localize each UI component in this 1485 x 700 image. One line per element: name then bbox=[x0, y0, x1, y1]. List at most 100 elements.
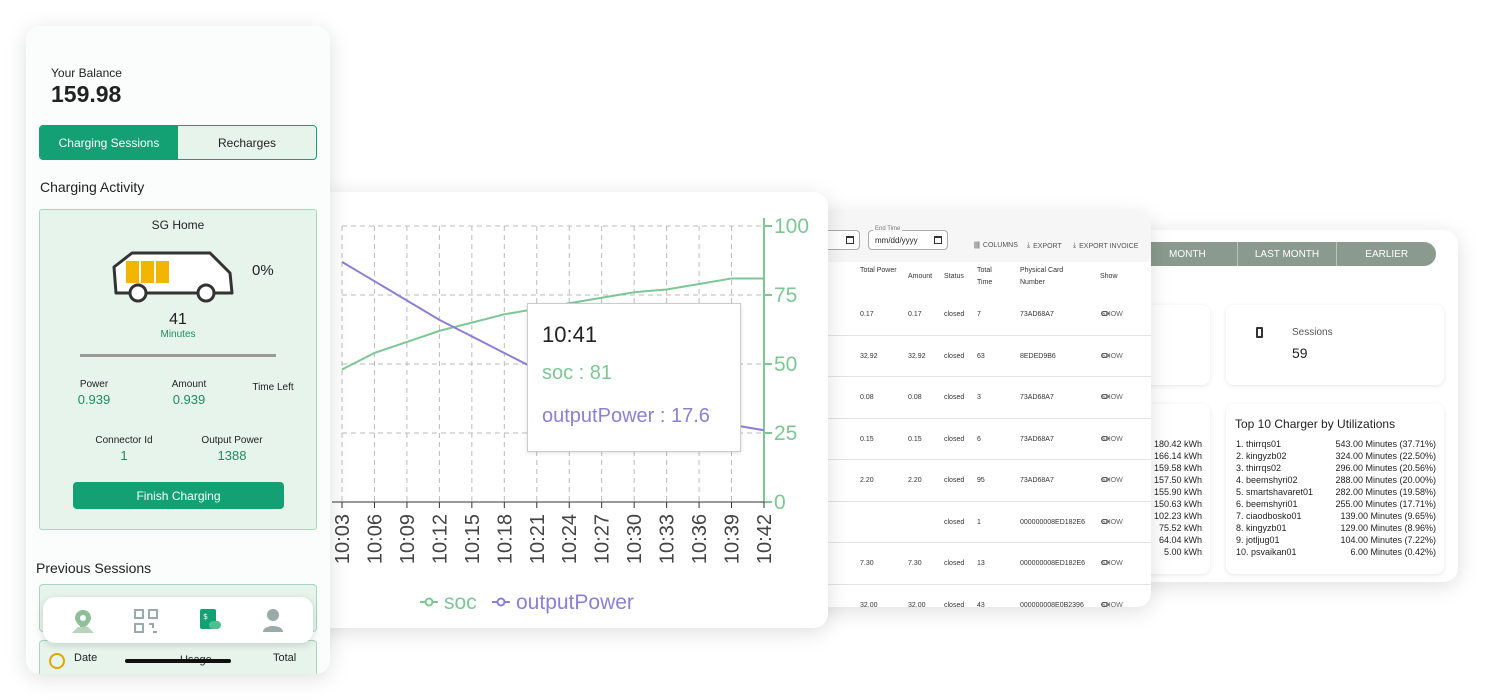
table-row[interactable]: :320.080.08closed373AD68A7SHOW bbox=[808, 377, 1151, 419]
svg-text:$: $ bbox=[203, 612, 208, 621]
export-button[interactable]: ⤓ EXPORT bbox=[1027, 242, 1062, 250]
x-tick-label: 10:27 bbox=[592, 514, 614, 564]
table-row[interactable]: :500.170.17closed773AD68A7SHOW bbox=[808, 294, 1151, 336]
columns-button[interactable]: ||| COLUMNS bbox=[974, 242, 1018, 249]
cell-status: closed bbox=[944, 518, 965, 526]
show-button[interactable]: SHOW bbox=[1101, 518, 1123, 526]
eye-icon bbox=[1101, 435, 1109, 441]
show-button[interactable]: SHOW bbox=[1101, 394, 1123, 401]
table-row[interactable]: :02closed1000000008ED182E6SHOW bbox=[808, 502, 1151, 543]
energy-value: 166.14 kWh bbox=[1153, 451, 1202, 461]
period-last-month[interactable]: LAST MONTH bbox=[1236, 242, 1337, 266]
profile-icon[interactable] bbox=[261, 607, 285, 633]
cell-card: 000000008ED182E6 bbox=[1020, 560, 1086, 567]
previous-session-item[interactable]: Date Usage Total bbox=[39, 640, 317, 674]
table-row[interactable]: :007.307.30closed13000000008ED182E6SHOW bbox=[808, 543, 1151, 585]
output-power-stat: Output Power 1388 bbox=[190, 435, 274, 463]
cell-amount: 0.17 bbox=[908, 311, 922, 318]
cell-time: 6 bbox=[977, 435, 981, 443]
sessions-value: 59 bbox=[1292, 345, 1308, 361]
chart-panel: 0 25 50 75 100 10:03 10:06 10:09 10:12 10:15 10:18… bbox=[302, 192, 828, 628]
period-earlier[interactable]: EARLIER bbox=[1336, 242, 1436, 266]
charger-name: 2. kingyzb02 bbox=[1236, 451, 1287, 461]
x-tick-label: 10:36 bbox=[689, 514, 711, 564]
charger-name: 1. thirrqs01 bbox=[1236, 439, 1282, 449]
energy-value: 75.52 kWh bbox=[1158, 523, 1202, 533]
cell-power: 0.15 bbox=[860, 435, 874, 443]
cell-power: 0.08 bbox=[860, 394, 874, 401]
amount-value: 0.939 bbox=[172, 392, 206, 407]
col-total-power[interactable]: Total Power bbox=[860, 265, 900, 277]
x-tick-label: 10:12 bbox=[429, 514, 451, 564]
export-invoice-button[interactable]: ⤓ EXPORT INVOICE bbox=[1073, 242, 1138, 250]
tab-charging-sessions[interactable]: Charging Sessions bbox=[40, 126, 178, 159]
car-battery-icon bbox=[112, 251, 234, 303]
charger-name: 3. thirrqs02 bbox=[1236, 463, 1282, 473]
table-row[interactable]: :280.150.15closed673AD68A7SHOW bbox=[808, 419, 1151, 460]
wallet-icon[interactable]: $ bbox=[197, 606, 223, 634]
x-tick-label: 10:30 bbox=[624, 514, 646, 564]
show-button[interactable]: SHOW bbox=[1101, 477, 1123, 484]
power-label: Power bbox=[79, 379, 109, 390]
show-button[interactable]: SHOW bbox=[1101, 311, 1123, 318]
finish-charging-button[interactable]: Finish Charging bbox=[73, 482, 284, 509]
end-time-input[interactable]: mm/dd/yyyy bbox=[868, 230, 948, 250]
cell-amount: 7.30 bbox=[908, 560, 922, 567]
cell-status: closed bbox=[944, 560, 965, 567]
tab-recharges[interactable]: Recharges bbox=[178, 126, 316, 159]
connector-value: 1 bbox=[120, 448, 128, 463]
show-button[interactable]: SHOW bbox=[1101, 435, 1123, 443]
charger-minutes: 296.00 Minutes (20.56%) bbox=[1335, 463, 1436, 473]
energy-value: 155.90 kWh bbox=[1153, 487, 1202, 497]
energy-value: 64.04 kWh bbox=[1158, 535, 1202, 545]
calendar-icon[interactable] bbox=[934, 236, 942, 244]
cell-status: closed bbox=[944, 477, 965, 484]
period-month[interactable]: MONTH bbox=[1138, 242, 1237, 266]
end-time-label: End Time bbox=[873, 226, 903, 232]
cell-status: closed bbox=[944, 435, 965, 443]
session-tabs: Charging Sessions Recharges bbox=[39, 125, 317, 160]
show-button[interactable]: SHOW bbox=[1101, 601, 1123, 607]
eye-icon bbox=[1101, 560, 1109, 565]
cell-time: 13 bbox=[977, 560, 985, 567]
show-button[interactable]: SHOW bbox=[1101, 560, 1123, 567]
table-row[interactable]: :212.202.20closed9573AD68A7SHOW bbox=[808, 460, 1151, 502]
qr-code-icon[interactable] bbox=[133, 608, 159, 634]
energy-value: 180.42 kWh bbox=[1153, 439, 1202, 449]
export-invoice-label: EXPORT INVOICE bbox=[1079, 242, 1139, 250]
map-pin-icon[interactable] bbox=[70, 607, 96, 635]
cell-card: 8EDED9B6 bbox=[1020, 352, 1056, 360]
tooltip-soc: soc : 81 bbox=[542, 362, 613, 384]
col-status[interactable]: Status bbox=[944, 271, 964, 283]
charger-name: 7. ciaodbosko01 bbox=[1236, 511, 1302, 521]
station-name: SG Home bbox=[151, 218, 205, 232]
charger-minutes: 129.00 Minutes (8.96%) bbox=[1340, 523, 1436, 533]
col-total-time[interactable]: Total Time bbox=[977, 265, 1007, 289]
x-tick-label: 10:09 bbox=[397, 514, 419, 564]
top10-row: 8. kingyzb01 129.00 Minutes (8.96%) bbox=[1236, 522, 1436, 534]
mobile-app-panel: Your Balance 159.98 Charging Sessions Re… bbox=[26, 26, 330, 674]
cell-time: 95 bbox=[977, 477, 985, 484]
top10-row: 5. smartshavaret01 282.00 Minutes (19.58%… bbox=[1236, 486, 1436, 498]
col-amount[interactable]: Amount bbox=[908, 271, 932, 283]
calendar-icon[interactable] bbox=[846, 236, 854, 244]
amount-label: Amount bbox=[171, 379, 207, 390]
cell-status: closed bbox=[944, 394, 965, 401]
table-row[interactable]: :5932.0032.00closed43000000008E0B2396SHO… bbox=[808, 585, 1151, 607]
table-row[interactable]: :3432.9232.92closed638EDED9B6SHOW bbox=[808, 336, 1151, 377]
balance-value: 159.98 bbox=[51, 81, 122, 107]
bolt-icon bbox=[49, 653, 65, 669]
connector-label: Connector Id bbox=[95, 435, 153, 446]
x-tick-label: 10:39 bbox=[722, 514, 744, 564]
export-label: EXPORT bbox=[1033, 242, 1062, 250]
col-show[interactable]: Show bbox=[1100, 271, 1118, 283]
charger-minutes: 282.00 Minutes (19.58%) bbox=[1335, 487, 1436, 497]
prev-total: Total bbox=[273, 652, 297, 664]
show-button[interactable]: SHOW bbox=[1101, 352, 1123, 360]
x-tick-label: 10:24 bbox=[559, 514, 581, 564]
y-tick-label: 50 bbox=[774, 353, 797, 376]
x-tick-label: 10:06 bbox=[364, 514, 386, 564]
eye-icon bbox=[1101, 352, 1109, 358]
plug-icon bbox=[1256, 327, 1263, 338]
col-card-number[interactable]: Physical Card Number bbox=[1020, 265, 1080, 289]
